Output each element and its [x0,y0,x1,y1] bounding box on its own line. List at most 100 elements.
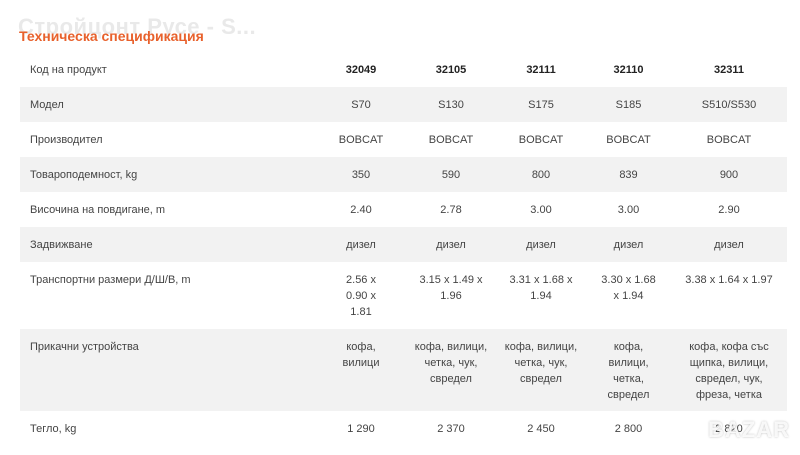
cell-value: дизел [346,239,376,251]
cell-value: дизел [526,239,556,251]
table-cell: S510/S530 [671,87,787,122]
cell-value: 2 370 [437,423,465,435]
cell-value: дизел [714,239,744,251]
spec-table: Код на продукт 32049 32105 32111 32110 32311 М… [20,52,787,451]
cell-value: S175 [528,99,554,111]
row-label: Производител [30,134,103,146]
table-cell: 1 290 [316,411,406,451]
table-row: Код на продукт 32049 32105 32111 32110 32311 [20,52,787,87]
cell-value: 2.40 [350,204,372,216]
table-cell: BOBCAT [406,122,496,157]
cell-value: 900 [719,169,739,181]
cell-value: S70 [351,99,371,111]
table-cell: S185 [586,87,671,122]
cell-value: BOBCAT [706,134,752,146]
table-cell: 839 [586,157,671,192]
cell-value: кофа, вилици, четка, свредел [607,341,650,401]
cell-value: дизел [613,239,644,251]
table-cell: BOBCAT [586,122,671,157]
table-cell: 3.38 x 1.64 x 1.97 [671,262,787,329]
cell-value: кофа, кофа със щипка, вилици, свредел, ч… [689,341,769,401]
cell-value: 32110 [613,64,644,76]
cell-value: 1 290 [347,423,375,435]
section-title: Техническа спецификация [19,28,204,44]
cell-value: 32111 [526,64,556,76]
table-cell: 3.00 [586,192,671,227]
cell-value: 2.90 [718,204,740,216]
table-cell: 2.40 [316,192,406,227]
table-row: Товароподемност, kg 350 590 800 839 900 [20,157,787,192]
table-cell: 3.00 [496,192,586,227]
product-code-cell: 32049 [316,52,406,87]
table-cell: кофа, вилици, четка, свредел [586,329,671,411]
table-cell: 590 [406,157,496,192]
table-cell: BOBCAT [496,122,586,157]
cell-value: S185 [615,99,642,111]
product-code-cell: 32105 [406,52,496,87]
table-cell: 3.31 x 1.68 x 1.94 [496,262,586,329]
cell-value: BOBCAT [338,134,384,146]
table-cell: S130 [406,87,496,122]
table-row: Транспортни размери Д/Ш/В, m 2.56 x 0.90 … [20,262,787,329]
cell-value: S130 [438,99,464,111]
table-cell: дизел [671,227,787,262]
table-cell: 900 [671,157,787,192]
cell-value: кофа, вилици [342,341,380,369]
row-label: Код на продукт [30,64,107,76]
cell-value: 3.00 [617,204,640,216]
cell-value: 839 [619,169,638,181]
cell-value: 32105 [435,64,467,76]
table-cell: 3.30 x 1.68 x 1.94 [586,262,671,329]
row-label: Модел [20,87,316,122]
row-label: Тегло, kg [30,423,77,435]
table-cell: 2.78 [406,192,496,227]
product-code-cell: 32311 [671,52,787,87]
product-code-cell: 32111 [496,52,586,87]
cell-value: 800 [531,169,551,181]
table-cell: кофа, вилици, четка, чук, свредел [496,329,586,411]
cell-value: 32049 [345,64,377,76]
table-cell: 2 800 [586,411,671,451]
table-cell: дизел [586,227,671,262]
cell-value: BOBCAT [606,134,651,146]
table-cell: 2 370 [406,411,496,451]
table-cell: 3.15 x 1.49 x 1.96 [406,262,496,329]
table-cell: S70 [316,87,406,122]
row-label: Височина на повдигане, m [30,204,166,216]
cell-value: дизел [436,239,466,251]
table-cell: кофа, вилици [316,329,406,411]
table-cell: S175 [496,87,586,122]
cell-value: 350 [351,169,371,181]
table-row: Задвижване дизел дизел дизел дизел дизел [20,227,787,262]
table-cell: BOBCAT [671,122,787,157]
cell-value: 3.38 x 1.64 x 1.97 [685,274,773,286]
cell-value: BOBCAT [428,134,474,146]
cell-value: 3.31 x 1.68 x 1.94 [509,274,573,302]
cell-value: кофа, вилици, четка, чук, свредел [504,341,578,385]
table-cell: BOBCAT [316,122,406,157]
cell-value: 3.00 [530,204,552,216]
table-row: Височина на повдигане, m 2.40 2.78 3.00 3.00… [20,192,787,227]
cell-value: S510/S530 [701,99,757,111]
table-cell: кофа, вилици, четка, чук, свредел [406,329,496,411]
product-code-cell: 32110 [586,52,671,87]
row-label: Транспортни размери Д/Ш/В, m [30,274,191,286]
row-label: Прикачни устройства [20,329,316,411]
table-row: Производител BOBCAT BOBCAT BOBCAT BOBCAT BOBC… [20,122,787,157]
cell-value: кофа, вилици, четка, чук, свредел [414,341,488,385]
table-cell: 2.90 [671,192,787,227]
table-cell: 2 450 [496,411,586,451]
cell-value: 3.15 x 1.49 x 1.96 [419,274,483,302]
table-row: Модел S70 S130 S175 S185 S510/S530 [20,87,787,122]
page: Стройцонт Русе - S... Техническа специфи… [0,0,800,455]
table-row: Тегло, kg 1 290 2 370 2 450 2 800 2 820 [20,411,787,451]
cell-value: 2 800 [614,423,643,435]
table-cell: 800 [496,157,586,192]
cell-value: 2.56 x 0.90 x 1.81 [346,274,376,318]
table-cell: дизел [316,227,406,262]
table-cell: кофа, кофа със щипка, вилици, свредел, ч… [671,329,787,411]
cell-value: 2 450 [527,423,555,435]
table-row: Прикачни устройства кофа, вилици кофа, вил… [20,329,787,411]
cell-value: 2.78 [440,204,462,216]
table-cell: дизел [406,227,496,262]
